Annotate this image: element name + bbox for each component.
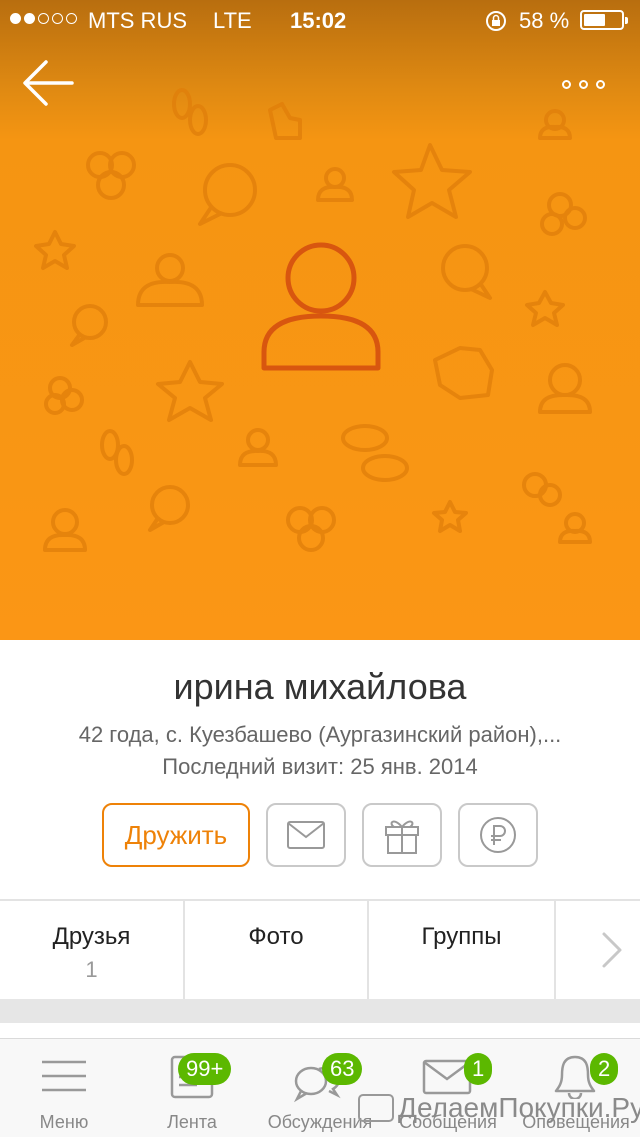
- nav-label: Лента: [167, 1112, 217, 1132]
- nav-label: Меню: [39, 1112, 89, 1132]
- feed-badge: 99+: [178, 1053, 232, 1085]
- battery-percent: 58 %: [519, 8, 570, 33]
- more-dots-icon[interactable]: [562, 74, 622, 94]
- tab-count: 1: [85, 957, 98, 982]
- rotation-lock-icon: [486, 11, 506, 31]
- tab-label: Друзья: [52, 923, 131, 950]
- signal-strength: [10, 13, 77, 24]
- gift-icon: [385, 820, 419, 854]
- discussions-badge: 63: [322, 1053, 363, 1085]
- nav-feed[interactable]: 99+ Лента: [128, 1039, 256, 1137]
- tab-groups[interactable]: Группы: [369, 901, 556, 999]
- profile-info: 42 года, с. Куезбашево (Аургазинский рай…: [78, 722, 562, 747]
- ruble-icon: [480, 817, 516, 853]
- payment-button[interactable]: [458, 803, 538, 867]
- carrier-name: MTS RUS: [88, 8, 187, 33]
- battery-icon: [580, 10, 628, 30]
- notifications-badge: 2: [590, 1053, 619, 1085]
- befriend-button[interactable]: Дружить: [102, 803, 250, 867]
- profile-tabs: Друзья 1 Фото Группы: [0, 899, 640, 999]
- envelope-icon: [287, 821, 325, 849]
- last-visit: Последний визит: 25 янв. 2014: [162, 754, 478, 779]
- nav-discussions[interactable]: 63 Обсуждения: [256, 1039, 384, 1137]
- gift-button[interactable]: [362, 803, 442, 867]
- tab-friends[interactable]: Друзья 1: [0, 901, 185, 999]
- menu-icon: [42, 1060, 86, 1092]
- user-placeholder-icon: [261, 242, 381, 371]
- tab-photos[interactable]: Фото: [185, 901, 369, 999]
- tab-label: Фото: [248, 923, 304, 950]
- watermark-logo: [358, 1094, 394, 1122]
- section-divider: [0, 999, 640, 1023]
- nav-menu[interactable]: Меню: [0, 1039, 128, 1137]
- chevron-right-icon[interactable]: [596, 930, 626, 970]
- back-arrow-icon[interactable]: [20, 58, 76, 108]
- profile-name: ирина михайлова: [173, 666, 467, 707]
- message-button[interactable]: [266, 803, 346, 867]
- status-bar: MTS RUS LTE 15:02 58 %: [0, 0, 640, 40]
- watermark: ДелаемПокупки.Ру: [398, 1092, 640, 1123]
- tab-label: Группы: [421, 923, 502, 950]
- messages-badge: 1: [464, 1053, 493, 1085]
- network-type: LTE: [213, 8, 252, 33]
- clock: 15:02: [290, 8, 347, 33]
